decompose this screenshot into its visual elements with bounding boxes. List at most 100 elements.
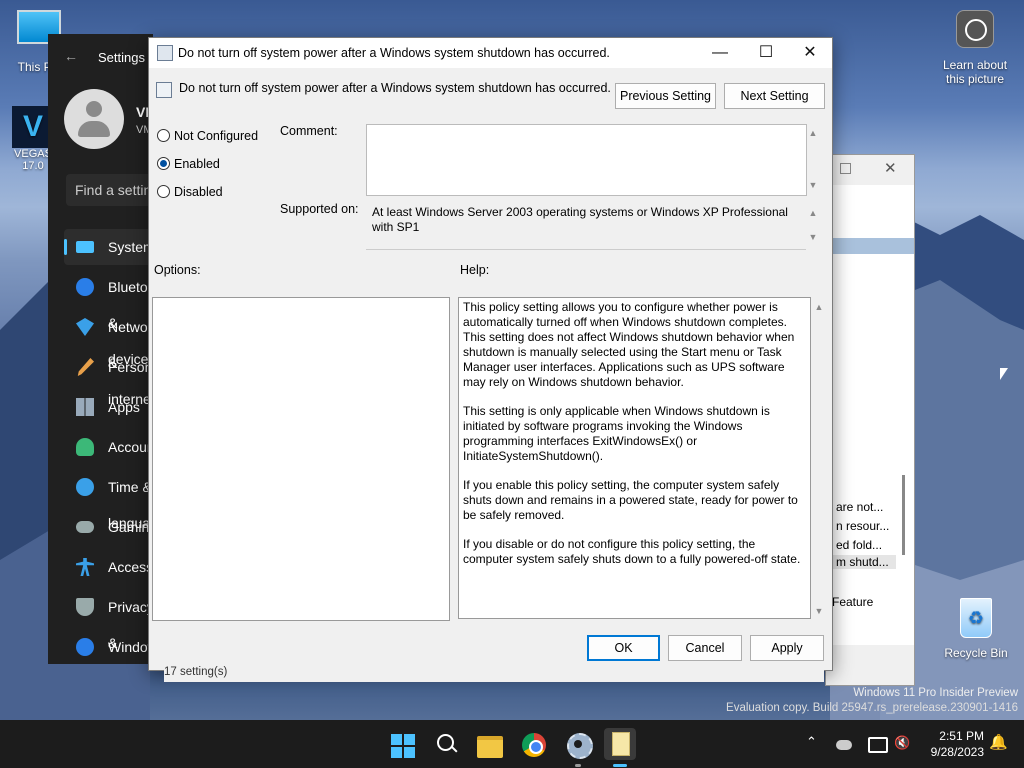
activation-watermark: Windows 11 Pro Insider Preview Evaluatio…	[726, 686, 1018, 716]
help-paragraph: This policy setting allows you to config…	[463, 300, 795, 389]
settings-title: Settings	[98, 50, 145, 65]
radio-circle	[157, 129, 170, 142]
scroll-up-icon[interactable]: ▲	[807, 208, 819, 218]
settings-nav-personalization[interactable]: Personalization	[64, 349, 153, 385]
close-icon[interactable]: ✕	[884, 159, 897, 177]
title-bar[interactable]: Do not turn off system power after a Win…	[149, 38, 832, 68]
back-arrow-icon[interactable]: ←	[64, 48, 78, 64]
recycle-bin-icon: ♻	[960, 598, 992, 638]
settings-nav-bluetooth[interactable]: Bluetooth & devices	[64, 269, 153, 367]
settings-nav-network[interactable]: Network & internet	[64, 309, 153, 407]
file-explorer-button[interactable]	[474, 728, 506, 760]
list-item[interactable]: are not...	[836, 500, 883, 514]
settings-nav-time[interactable]: Time & language	[64, 469, 153, 531]
network-icon[interactable]	[868, 737, 888, 753]
help-text-panel[interactable]: This policy setting allows you to config…	[458, 297, 811, 619]
radio-circle-selected	[157, 157, 170, 170]
policy-name: Do not turn off system power after a Win…	[179, 81, 611, 95]
watermark-line1: Windows 11 Pro Insider Preview	[853, 687, 1018, 699]
scroll-down-icon[interactable]: ▼	[813, 606, 825, 616]
list-item[interactable]: ed fold...	[836, 538, 882, 552]
wifi-icon	[76, 318, 94, 336]
taskbar: ⌃ 🔇 2:51 PM 9/28/2023 🔔	[0, 720, 1024, 768]
scroll-up-icon[interactable]: ▲	[807, 128, 819, 138]
scroll-down-icon[interactable]: ▼	[807, 232, 819, 242]
maximize-icon[interactable]	[840, 163, 851, 174]
running-indicator	[575, 764, 581, 767]
notepad-icon	[612, 732, 630, 756]
notification-bell-icon[interactable]: 🔔	[989, 733, 1008, 751]
cancel-button[interactable]: Cancel	[668, 635, 742, 661]
desktop-icon-label: Learn about this picture	[942, 58, 1008, 86]
settings-taskbar-button[interactable]	[562, 728, 594, 767]
close-button[interactable]: ✕	[787, 38, 833, 68]
monitor-icon	[76, 241, 94, 253]
group-policy-window: ✕ are not... n resour... ed fold... m sh…	[825, 154, 915, 686]
policy-setting-icon	[156, 82, 172, 98]
list-item[interactable]: n resour...	[836, 519, 889, 533]
radio-circle	[157, 185, 170, 198]
help-paragraph: If you disable or do not configure this …	[463, 537, 801, 566]
desktop-icon-recycle-bin[interactable]: ♻ Recycle Bin	[940, 598, 1012, 660]
scroll-down-icon[interactable]: ▼	[807, 180, 819, 190]
settings-nav-windows-update[interactable]: Windows Update	[64, 629, 153, 664]
supported-on-label: Supported on:	[280, 202, 359, 216]
scroll-up-icon[interactable]: ▲	[813, 302, 825, 312]
watermark-line2: Evaluation copy. Build 25947.rs_prerelea…	[726, 702, 1018, 714]
settings-nav-privacy[interactable]: Privacy & security	[64, 589, 153, 651]
settings-nav-apps[interactable]: Apps	[64, 389, 153, 425]
help-label: Help:	[460, 263, 490, 277]
help-paragraph: This setting is only applicable when Win…	[463, 404, 770, 463]
update-icon	[76, 638, 94, 656]
clock-time: 2:51 PM	[939, 729, 984, 743]
gamepad-icon	[76, 521, 94, 533]
shield-icon	[76, 598, 94, 616]
apply-button[interactable]: Apply	[750, 635, 824, 661]
active-indicator	[613, 764, 627, 767]
cloud-icon[interactable]	[836, 740, 852, 750]
accessibility-icon	[76, 558, 94, 576]
maximize-button[interactable]: ☐	[743, 38, 789, 68]
search-button[interactable]	[430, 728, 462, 760]
bluetooth-icon	[76, 278, 94, 296]
ok-button[interactable]: OK	[587, 635, 660, 661]
list-item[interactable]: m shutd...	[826, 555, 896, 569]
clock-date: 9/28/2023	[930, 745, 984, 759]
start-button[interactable]	[387, 728, 419, 760]
list-header-highlight	[826, 238, 914, 254]
options-panel[interactable]	[152, 297, 450, 621]
mouse-cursor	[1000, 368, 1008, 380]
person-icon	[76, 438, 94, 456]
clock-globe-icon	[76, 478, 94, 496]
status-bar	[826, 647, 914, 683]
desktop-icon-learn-about[interactable]: Learn about this picture	[938, 10, 1012, 86]
volume-muted-icon[interactable]: 🔇	[894, 735, 910, 751]
brush-icon	[77, 358, 94, 376]
policy-list[interactable]: are not... n resour... ed fold... m shut…	[826, 205, 914, 645]
comment-label: Comment:	[280, 124, 338, 138]
policy-icon	[157, 45, 173, 61]
notepad-taskbar-button[interactable]	[604, 728, 636, 767]
minimize-button[interactable]: —	[697, 38, 743, 68]
settings-nav-accounts[interactable]: Accounts	[64, 429, 153, 465]
policy-dialog: Do not turn off system power after a Win…	[148, 37, 833, 671]
scrollbar[interactable]	[902, 475, 905, 555]
clock[interactable]: 2:51 PM 9/28/2023	[920, 728, 984, 760]
background-status-text: 17 setting(s)	[164, 666, 824, 682]
chevron-up-icon[interactable]: ⌃	[806, 734, 817, 750]
settings-window: ← Settings VM VM Find a setting System B…	[48, 34, 153, 664]
desktop-icon-label: Recycle Bin	[944, 646, 1008, 660]
previous-setting-button[interactable]: Previous Setting	[615, 83, 716, 109]
next-setting-button[interactable]: Next Setting	[724, 83, 825, 109]
folder-icon	[477, 736, 503, 758]
options-label: Options:	[154, 263, 201, 277]
header-strip	[826, 185, 914, 206]
settings-nav-accessibility[interactable]: Accessibility	[64, 549, 153, 585]
settings-nav-system[interactable]: System	[64, 229, 153, 265]
chrome-button[interactable]	[518, 728, 550, 760]
supported-on-value: At least Windows Server 2003 operating s…	[366, 200, 806, 250]
settings-nav-gaming[interactable]: Gaming	[64, 509, 153, 545]
avatar[interactable]	[64, 89, 124, 149]
comment-textarea[interactable]	[366, 124, 807, 196]
settings-search-input[interactable]: Find a setting	[66, 174, 153, 206]
